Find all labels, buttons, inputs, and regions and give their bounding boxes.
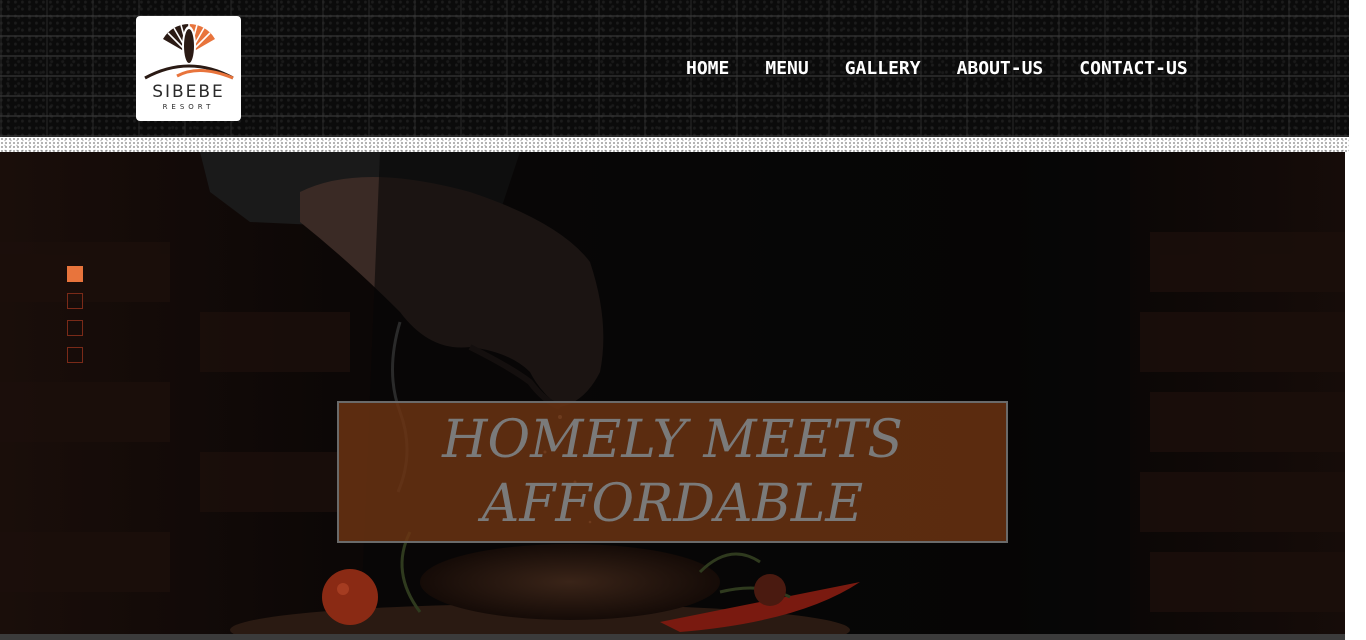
hero-headline-banner: HOMELY MEETS AFFORDABLE — [337, 401, 1008, 543]
nav-menu[interactable]: MENU — [765, 58, 808, 79]
page-edge — [1349, 0, 1366, 640]
sunburst-logo-icon — [143, 23, 234, 80]
hero-bottom-edge — [0, 634, 1345, 640]
hero-headline: HOMELY MEETS AFFORDABLE — [442, 408, 903, 536]
main-nav: HOME MENU GALLERY ABOUT-US CONTACT-US — [686, 58, 1188, 79]
nav-home[interactable]: HOME — [686, 58, 729, 79]
nav-contact-us[interactable]: CONTACT-US — [1079, 58, 1187, 79]
site-header: SIBEBE RESORT HOME MENU GALLERY ABOUT-US… — [0, 0, 1349, 137]
logo-name: SIBEBE — [152, 82, 225, 102]
hero-slider: HOMELY MEETS AFFORDABLE — [0, 152, 1345, 640]
slide-dot-3[interactable] — [67, 320, 83, 336]
logo[interactable]: SIBEBE RESORT — [136, 16, 241, 121]
logo-subtitle: RESORT — [162, 103, 215, 111]
slider-pagination — [67, 266, 83, 363]
hero-chef-image — [0, 152, 1345, 640]
hero-headline-line-1: HOMELY MEETS — [442, 410, 903, 470]
slide-dot-2[interactable] — [67, 293, 83, 309]
header-separator — [0, 137, 1349, 152]
slide-dot-1[interactable] — [67, 266, 83, 282]
nav-gallery[interactable]: GALLERY — [845, 58, 921, 79]
slide-dot-4[interactable] — [67, 347, 83, 363]
hero-headline-line-2: AFFORDABLE — [481, 474, 864, 534]
nav-about-us[interactable]: ABOUT-US — [957, 58, 1044, 79]
